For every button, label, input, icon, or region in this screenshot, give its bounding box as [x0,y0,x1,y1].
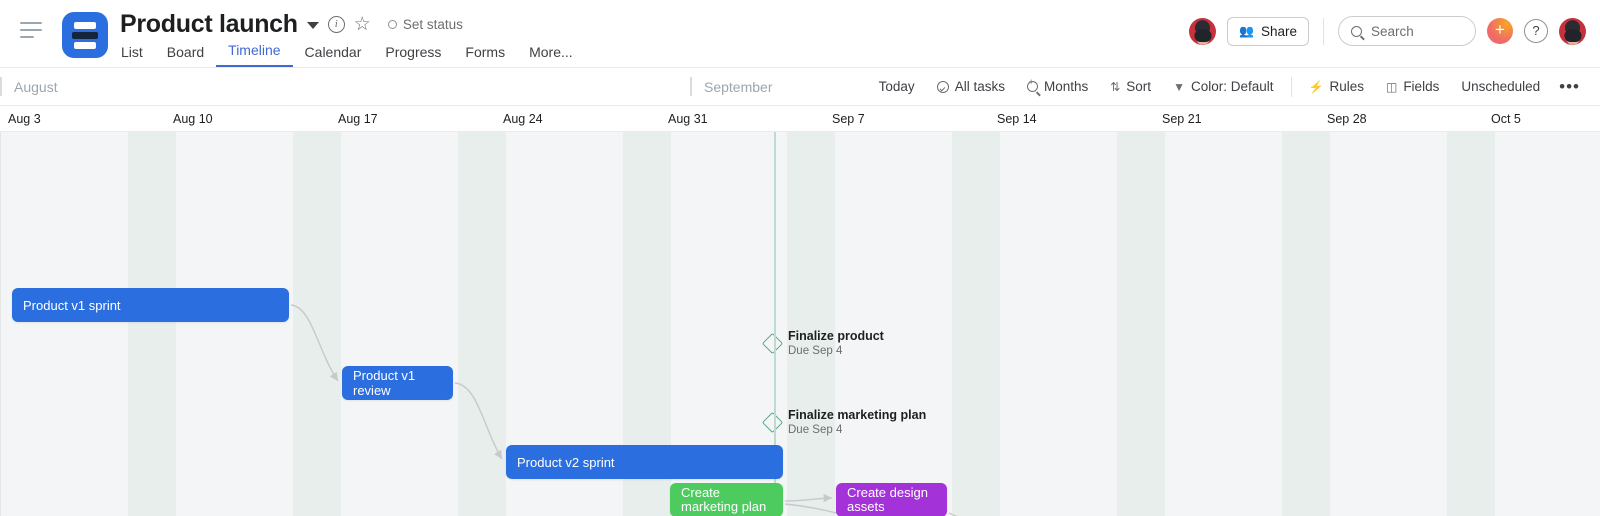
tab-more[interactable]: More... [517,44,585,67]
toolbar-divider [1290,76,1292,97]
zoom-months-button[interactable]: Months [1016,75,1099,98]
tab-calendar[interactable]: Calendar [293,44,374,67]
task-bar[interactable]: Product v2 sprint [506,445,783,479]
share-label: Share [1260,23,1297,39]
sort-button[interactable]: ⇅ Sort [1099,75,1162,98]
all-tasks-filter[interactable]: All tasks [926,75,1016,98]
status-dot-icon [387,19,397,29]
today-button[interactable]: Today [868,75,926,98]
fields-button[interactable]: ◫ Fields [1375,75,1450,98]
milestone-title: Finalize marketing plan [788,408,927,422]
date-tick-label: Aug 24 [503,112,543,126]
date-tick-label: Sep 28 [1327,112,1367,126]
sort-icon: ⇅ [1110,79,1121,94]
date-tick-label: Sep 21 [1162,112,1202,126]
weekend-band [293,132,341,516]
weekend-band [952,132,1000,516]
tab-timeline[interactable]: Timeline [216,42,293,67]
toolbar-actions: Today All tasks Months ⇅ Sort ▼ Color: D… [868,68,1588,105]
project-title-row: Product launch i ☆ Set status [120,8,463,40]
tab-list[interactable]: List [121,44,155,67]
bolt-icon: ⚡ [1308,79,1324,94]
header-divider [1323,17,1324,45]
timeline-canvas[interactable]: Finalize product Due Sep 4 Finalize mark… [0,132,1600,516]
paint-bucket-icon: ▼ [1173,79,1185,94]
weekend-band [1447,132,1495,516]
view-tabs: List Board Timeline Calendar Progress Fo… [121,42,585,67]
all-tasks-label: All tasks [954,79,1005,94]
weekend-band [128,132,176,516]
help-button[interactable]: ? [1524,19,1548,43]
unscheduled-label: Unscheduled [1461,79,1541,94]
milestone-finalize-marketing-plan[interactable]: Finalize marketing plan Due Sep 4 [761,408,927,437]
people-icon: 👥 [1239,24,1254,38]
date-tick-label: Aug 31 [668,112,708,126]
search-placeholder: Search [1371,23,1414,39]
create-button[interactable]: + [1487,18,1513,44]
rules-button[interactable]: ⚡ Rules [1298,75,1375,98]
share-button[interactable]: 👥 Share [1227,16,1309,46]
info-icon[interactable]: i [327,15,345,33]
milestone-diamond-icon [761,411,784,434]
week-gridline [0,132,1,516]
milestone-diamond-icon [761,332,784,355]
weekend-band [1282,132,1330,516]
milestone-finalize-product[interactable]: Finalize product Due Sep 4 [761,329,884,358]
month-label-september: September [690,68,772,105]
milestone-title: Finalize product [788,329,884,343]
date-tick-label: Aug 10 [173,112,213,126]
check-circle-icon [936,80,949,93]
date-tick-label: Aug 17 [338,112,378,126]
page-title: Product launch [120,10,298,38]
rules-label: Rules [1329,79,1364,94]
months-label: Months [1043,79,1089,94]
search-input[interactable]: Search [1338,16,1476,46]
more-options-icon[interactable]: ••• [1551,78,1588,95]
task-bar[interactable]: Create marketing plan [670,483,783,516]
task-bar[interactable]: Product v1 sprint [12,288,289,322]
color-button[interactable]: ▼ Color: Default [1162,75,1284,98]
tab-board[interactable]: Board [155,44,216,67]
date-tick-label: Sep 14 [997,112,1037,126]
unscheduled-button[interactable]: Unscheduled [1450,75,1551,98]
chevron-down-icon[interactable] [306,22,319,29]
date-tick-label: Oct 5 [1491,112,1521,126]
set-status-label: Set status [402,16,463,32]
set-status-button[interactable]: Set status [387,16,463,32]
date-tick-label: Sep 7 [832,112,865,126]
user-avatar[interactable] [1559,17,1586,45]
app-header: Product launch i ☆ Set status List Board… [0,0,1600,68]
date-header: Aug 3 Aug 10 Aug 17 Aug 24 Aug 31 Sep 7 Sep 14… [0,106,1600,132]
date-tick-label: Aug 3 [8,112,41,126]
star-icon[interactable]: ☆ [354,15,371,34]
task-bar[interactable]: Product v1 review [342,366,453,400]
today-label: Today [878,79,915,94]
project-logo-icon [62,12,108,58]
task-bar[interactable]: Create design assets [836,483,947,516]
weekend-band [1117,132,1165,516]
hamburger-menu-icon[interactable] [20,22,42,38]
fields-label: Fields [1403,79,1440,94]
color-label: Color: Default [1190,79,1274,94]
member-avatar[interactable] [1189,17,1217,45]
fields-icon: ◫ [1385,79,1398,94]
milestone-due-date: Due Sep 4 [788,424,843,436]
sort-label: Sort [1126,79,1152,94]
tab-progress[interactable]: Progress [373,44,453,67]
header-actions: 👥 Share Search + ? [1189,16,1586,46]
weekend-band [787,132,835,516]
search-icon [1351,25,1362,37]
zoom-in-icon [1026,77,1038,92]
milestone-due-date: Due Sep 4 [788,345,843,357]
tab-forms[interactable]: Forms [453,44,517,67]
month-label-august: August [0,68,58,105]
timeline-toolbar: August September Today All tasks Months … [0,68,1600,106]
weekend-band [458,132,506,516]
